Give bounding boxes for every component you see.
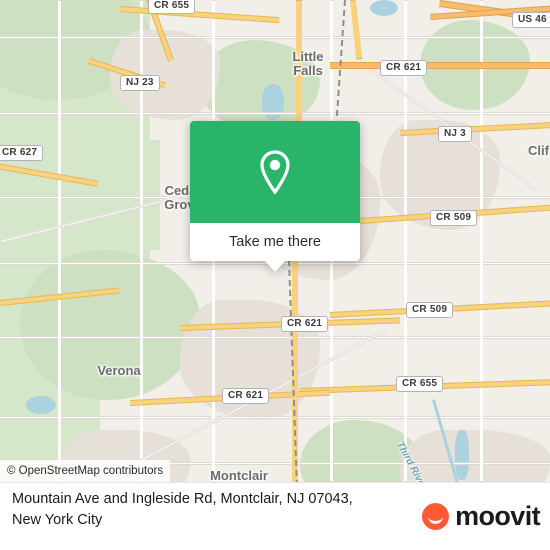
popup-header (190, 121, 360, 223)
screenshot-root: Third River Little Falls Cedar Grove Ver… (0, 0, 550, 550)
railway-line (335, 0, 346, 120)
water-body (26, 396, 56, 414)
road-highway (330, 62, 550, 69)
moovit-logo[interactable]: moovit (422, 501, 541, 532)
popup-action-bar[interactable]: Take me there (190, 223, 360, 272)
road-minor (0, 36, 550, 39)
road-shield: NJ 23 (120, 75, 160, 91)
water-body (455, 430, 469, 480)
road-minor (480, 0, 483, 482)
place-label-clifton: Clif (528, 143, 549, 158)
road-major (350, 0, 363, 60)
road-shield: CR 509 (406, 302, 454, 318)
road-shield: CR 655 (396, 376, 444, 392)
road-minor (0, 336, 550, 339)
road-shield: CR 621 (222, 388, 270, 404)
map-attribution[interactable]: © OpenStreetMap contributors (0, 460, 171, 482)
location-title: Mountain Ave and Ingleside Rd, Montclair… (12, 489, 432, 531)
road-minor (58, 0, 61, 482)
popup-tail (264, 260, 286, 272)
take-me-there-button[interactable]: Take me there (229, 234, 321, 250)
location-address: Mountain Ave and Ingleside Rd, Montclair… (12, 491, 353, 507)
road-minor (0, 112, 550, 115)
place-label-line: Little (292, 49, 324, 64)
place-label-line: Falls (293, 63, 323, 78)
road-shield: NJ 3 (438, 126, 472, 142)
place-label-montclair: Montclair (210, 468, 268, 483)
water-body (370, 0, 398, 16)
map-popup[interactable]: Take me there (190, 121, 360, 272)
map-pin-icon (260, 150, 290, 195)
road-shield: CR 655 (148, 0, 196, 14)
footer-bar: Mountain Ave and Ingleside Rd, Montclair… (0, 482, 550, 550)
location-city: New York City (12, 512, 103, 528)
road-minor (0, 416, 550, 419)
place-label-verona: Verona (97, 363, 141, 378)
road-shield: CR 509 (430, 210, 478, 226)
road-shield: US 46 (512, 12, 550, 28)
map-canvas[interactable]: Third River Little Falls Cedar Grove Ver… (0, 0, 550, 482)
moovit-wordmark: moovit (455, 501, 541, 531)
road-shield: CR 621 (281, 316, 329, 332)
road-shield: CR 627 (0, 145, 44, 161)
road-minor (140, 0, 143, 482)
place-label-little-falls: Little Falls (283, 50, 333, 78)
moovit-smile-icon (422, 503, 450, 530)
road-shield: CR 621 (380, 60, 428, 76)
